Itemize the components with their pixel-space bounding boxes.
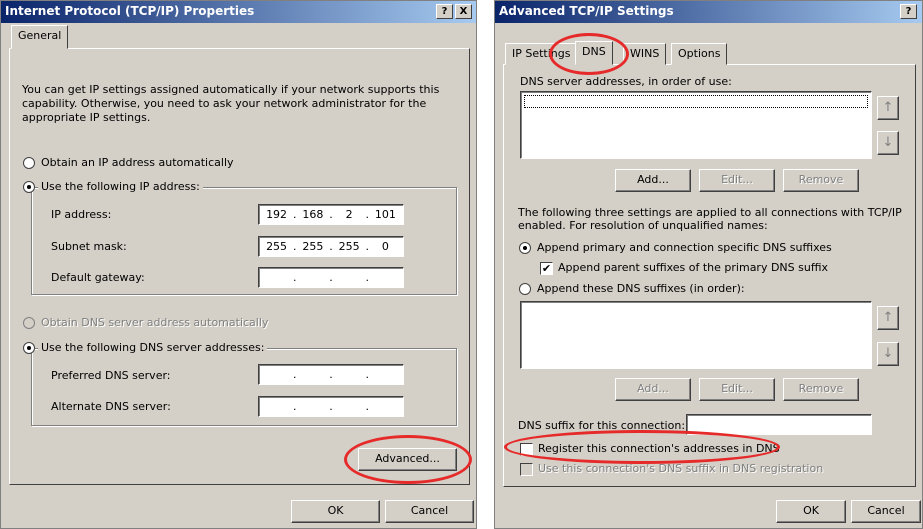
ip-dot: . xyxy=(292,271,297,284)
obtain-dns-auto-radio[interactable] xyxy=(23,317,35,329)
tab-dns-label: DNS xyxy=(582,45,606,58)
left-ok-button[interactable]: OK xyxy=(291,500,380,523)
suffix-edit-button[interactable]: Edit... xyxy=(699,378,775,401)
advanced-tcpip-dialog: Advanced TCP/IP Settings ? IP Settings D… xyxy=(494,0,923,529)
subnet-mask-field[interactable]: 255. 255. 255. 0 xyxy=(258,236,404,257)
dns-suffix-label: DNS suffix for this connection: xyxy=(518,419,686,432)
alternate-dns-label: Alternate DNS server: xyxy=(51,400,171,413)
obtain-dns-auto-label: Obtain DNS server address automatically xyxy=(41,316,269,329)
use-following-dns-label: Use the following DNS server addresses: xyxy=(38,341,268,354)
dns-info-text: The following three settings are applied… xyxy=(518,206,902,232)
ip-octet-3: 2 xyxy=(345,208,353,221)
default-gateway-label: Default gateway: xyxy=(51,271,145,284)
preferred-dns-label: Preferred DNS server: xyxy=(51,369,171,382)
subnet-octet-1: 255 xyxy=(266,240,288,253)
register-addresses-checkbox[interactable] xyxy=(520,443,533,456)
subnet-mask-label: Subnet mask: xyxy=(51,240,127,253)
dns-move-down-button[interactable]: ↓ xyxy=(877,131,899,155)
ip-dot: . xyxy=(329,368,333,381)
ip-dot: . xyxy=(329,240,333,253)
left-window-title: Internet Protocol (TCP/IP) Properties xyxy=(5,4,255,18)
dns-suffix-list[interactable] xyxy=(520,301,872,369)
use-suffix-registration-label: Use this connection's DNS suffix in DNS … xyxy=(538,462,824,475)
ip-dot: . xyxy=(329,400,333,413)
tab-ip-settings[interactable]: IP Settings xyxy=(505,43,578,65)
default-gateway-field[interactable]: . . . xyxy=(258,267,404,288)
ip-dot: . xyxy=(365,208,370,221)
suffix-move-up-button[interactable]: ↑ xyxy=(877,306,899,330)
left-help-button[interactable]: ? xyxy=(436,4,453,19)
ip-octet-2: 168 xyxy=(302,208,324,221)
ip-octet-1: 192 xyxy=(266,208,288,221)
left-title-bar: Internet Protocol (TCP/IP) Properties ? … xyxy=(1,1,476,23)
tcpip-properties-dialog: Internet Protocol (TCP/IP) Properties ? … xyxy=(0,0,477,529)
dns-remove-button[interactable]: Remove xyxy=(783,169,859,192)
use-following-ip-radio[interactable] xyxy=(23,181,35,193)
subnet-octet-3: 255 xyxy=(338,240,360,253)
ip-octet-4: 101 xyxy=(374,208,396,221)
right-title-bar: Advanced TCP/IP Settings ? xyxy=(495,1,922,23)
tab-wins-label: WINS xyxy=(630,47,660,60)
subnet-octet-4: 0 xyxy=(381,240,389,253)
tab-options[interactable]: Options xyxy=(671,43,728,65)
right-cancel-button[interactable]: Cancel xyxy=(851,500,921,523)
append-these-label: Append these DNS suffixes (in order): xyxy=(537,282,745,295)
append-primary-radio[interactable] xyxy=(519,242,531,254)
use-following-ip-label: Use the following IP address: xyxy=(38,180,203,193)
append-primary-label: Append primary and connection specific D… xyxy=(537,241,832,254)
append-parent-checkbox[interactable]: ✔ xyxy=(540,262,553,275)
ip-dot: . xyxy=(365,271,370,284)
preferred-dns-field[interactable]: . . . xyxy=(258,364,404,385)
tab-ip-settings-label: IP Settings xyxy=(512,47,571,60)
ip-dot: . xyxy=(329,208,333,221)
left-cancel-button[interactable]: Cancel xyxy=(385,500,474,523)
tab-wins[interactable]: WINS xyxy=(623,43,667,65)
dns-move-up-button[interactable]: ↑ xyxy=(877,96,899,120)
suffix-add-button[interactable]: Add... xyxy=(615,378,691,401)
ip-dot: . xyxy=(292,208,297,221)
suffix-move-down-button[interactable]: ↓ xyxy=(877,342,899,366)
dns-list-label: DNS server addresses, in order of use: xyxy=(520,75,732,88)
alternate-dns-field[interactable]: . . . xyxy=(258,396,404,417)
ip-address-label: IP address: xyxy=(51,208,112,221)
obtain-ip-auto-label: Obtain an IP address automatically xyxy=(41,156,234,169)
ip-dot: . xyxy=(292,400,297,413)
list-focus-rect xyxy=(524,95,868,108)
tab-general-label: General xyxy=(18,29,62,42)
append-these-radio[interactable] xyxy=(519,283,531,295)
dns-server-list[interactable] xyxy=(520,91,872,159)
suffix-remove-button[interactable]: Remove xyxy=(783,378,859,401)
tab-options-label: Options xyxy=(678,47,721,60)
intro-text: You can get IP settings assigned automat… xyxy=(22,83,440,124)
ip-dot: . xyxy=(365,240,370,253)
advanced-button[interactable]: Advanced... xyxy=(358,448,457,471)
ip-dot: . xyxy=(365,400,370,413)
subnet-octet-2: 255 xyxy=(302,240,324,253)
use-suffix-registration-checkbox[interactable] xyxy=(520,463,533,476)
append-parent-label: Append parent suffixes of the primary DN… xyxy=(558,261,828,274)
obtain-ip-auto-radio[interactable] xyxy=(23,157,35,169)
ip-dot: . xyxy=(292,240,297,253)
use-following-dns-radio[interactable] xyxy=(23,342,35,354)
ip-dot: . xyxy=(292,368,297,381)
left-close-button[interactable]: X xyxy=(455,4,472,19)
dns-edit-button[interactable]: Edit... xyxy=(699,169,775,192)
ip-address-field[interactable]: 192. 168. 2. 101 xyxy=(258,204,404,225)
tab-general[interactable]: General xyxy=(11,25,69,49)
dns-suffix-input[interactable] xyxy=(686,414,872,435)
right-help-button[interactable]: ? xyxy=(900,4,917,19)
right-ok-button[interactable]: OK xyxy=(776,500,846,523)
tab-dns[interactable]: DNS xyxy=(575,41,613,65)
ip-dot: . xyxy=(329,271,333,284)
ip-dot: . xyxy=(365,368,370,381)
dns-add-button[interactable]: Add... xyxy=(615,169,691,192)
right-window-title: Advanced TCP/IP Settings xyxy=(499,4,674,18)
register-addresses-label: Register this connection's addresses in … xyxy=(538,442,780,455)
